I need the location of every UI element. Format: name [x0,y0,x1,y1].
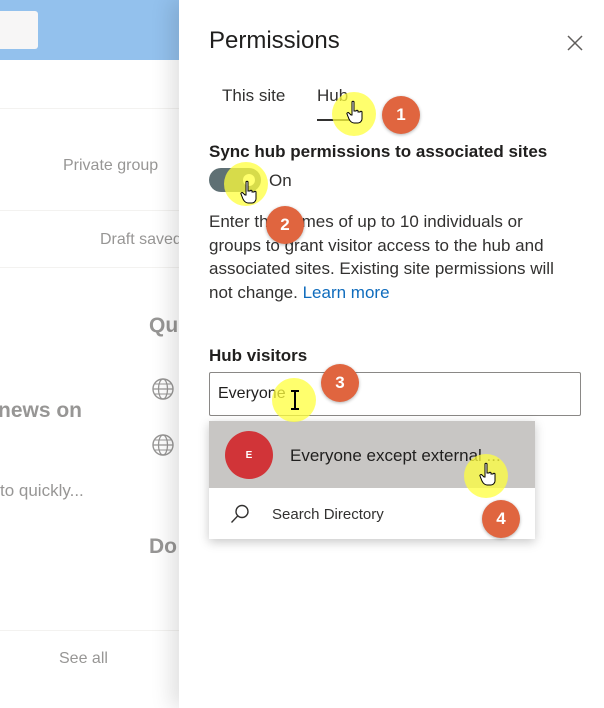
sync-description: Enter the names of up to 10 individuals … [209,210,579,304]
hub-visitors-label: Hub visitors [209,346,308,365]
step-badge-3: 3 [321,364,359,402]
sync-hub-label: Sync hub permissions to associated sites [209,142,548,161]
step-badge-2: 2 [266,206,304,244]
sync-toggle[interactable] [209,168,261,192]
avatar: E [225,431,273,479]
hub-visitors-input[interactable] [209,372,581,416]
step-badge-1: 1 [382,96,420,134]
suggestion-everyone-except-external[interactable]: E Everyone except external ... [209,421,535,488]
tab-this-site[interactable]: This site [222,86,285,106]
tab-hub[interactable]: Hub [317,86,348,106]
active-tab-indicator [317,119,357,121]
close-icon[interactable] [565,33,585,53]
toggle-knob [243,174,255,186]
panel-title: Permissions [209,27,340,54]
page-overlay [0,0,180,708]
toggle-state-label: On [269,171,292,190]
search-icon [230,504,249,523]
step-badge-4: 4 [482,500,520,538]
suggestion-name: Everyone except external ... [290,446,501,465]
learn-more-link[interactable]: Learn more [303,283,390,302]
search-directory-label: Search Directory [272,506,384,523]
